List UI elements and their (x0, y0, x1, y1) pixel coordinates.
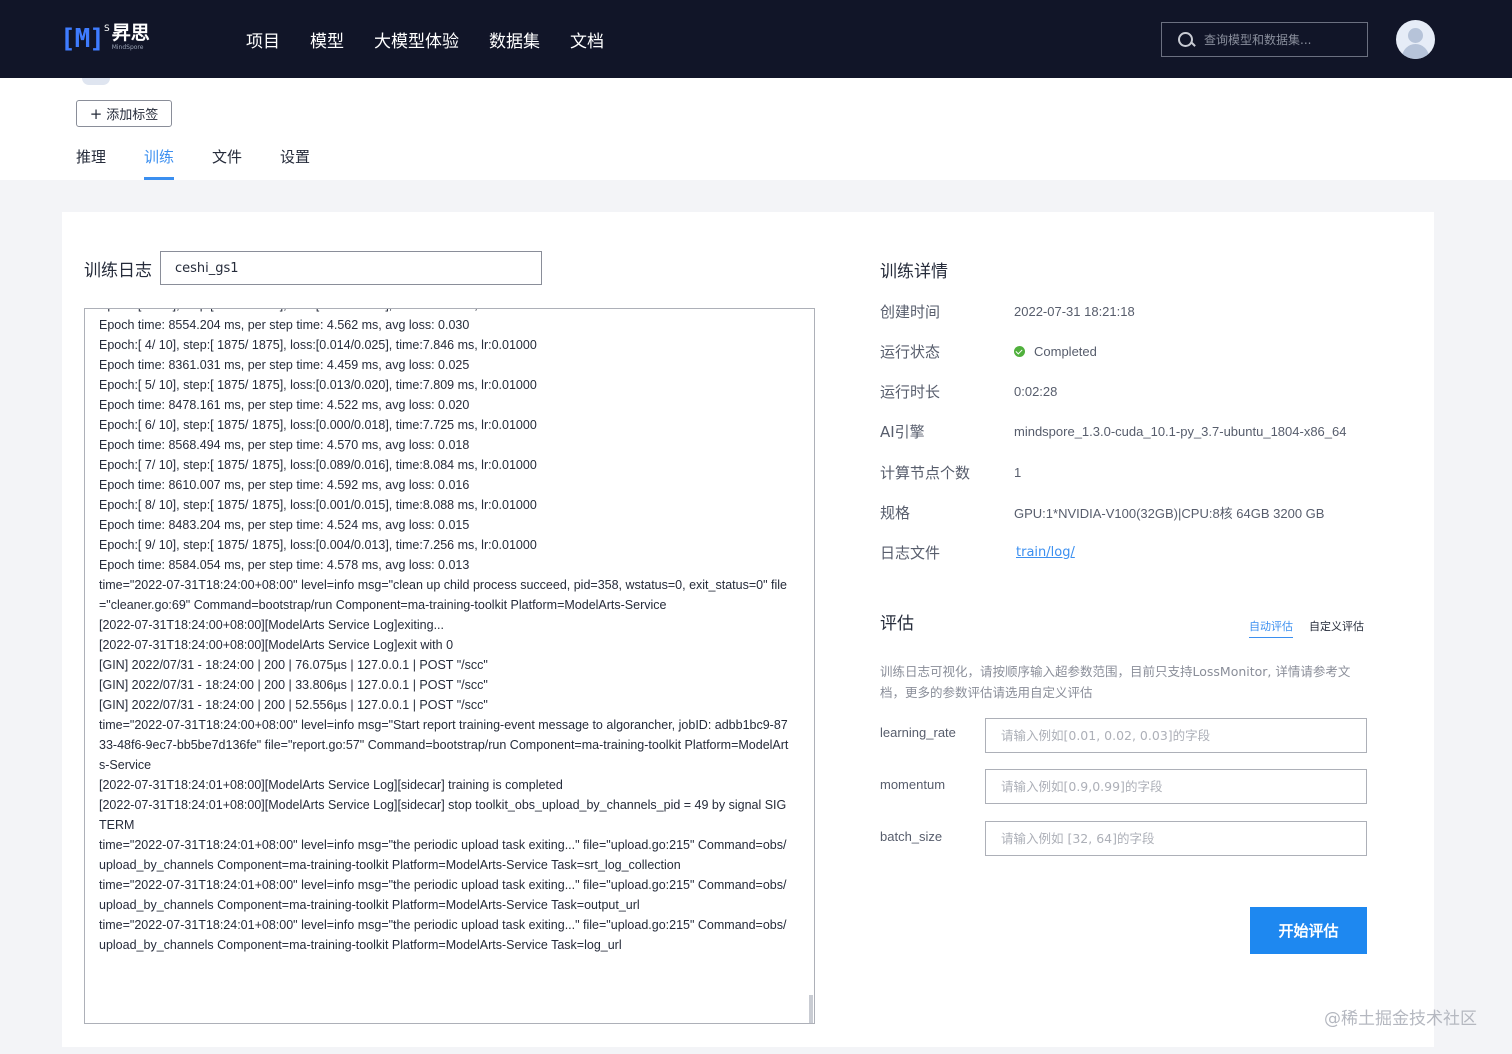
evaluation-description: 训练日志可视化，请按顺序输入超参数范围，目前只支持LossMonitor, 详情… (880, 664, 1351, 700)
logo-superscript: S (103, 24, 110, 34)
mindspore-logo[interactable]: [M] S 昇思 MindSpore (60, 22, 150, 56)
nav-item-projects[interactable]: 项目 (246, 27, 280, 52)
tab-auto-evaluation[interactable]: 自动评估 (1249, 618, 1293, 638)
log-line: [2022-07-31T18:24:00+08:00][ModelArts Se… (99, 638, 454, 652)
logo-text: 昇思 MindSpore (112, 22, 150, 52)
logo-mark: [M] (60, 24, 105, 54)
nodes-label: 计算节点个数 (880, 463, 971, 482)
nav-item-models[interactable]: 模型 (310, 27, 344, 52)
batch-size-input[interactable] (985, 821, 1367, 856)
spec-value: GPU:1*NVIDIA-V100(32GB)|CPU:8核 64GB 3200… (1014, 505, 1325, 521)
log-line: [2022-07-31T18:24:01+08:00][ModelArts Se… (99, 798, 787, 832)
nav-item-docs[interactable]: 文档 (570, 27, 604, 52)
detail-row-status: 运行状态 Completed (880, 341, 1097, 361)
detail-row-created: 创建时间 2022-07-31 18:21:18 (880, 301, 1135, 321)
momentum-input[interactable] (985, 769, 1367, 804)
learning-rate-label: learning_rate (880, 725, 956, 740)
log-line: [GIN] 2022/07/31 - 18:24:00 | 200 | 33.8… (99, 678, 488, 692)
engine-value: mindspore_1.3.0-cuda_10.1-py_3.7-ubuntu_… (1014, 423, 1347, 439)
momentum-label: momentum (880, 777, 946, 792)
log-line: time="2022-07-31T18:24:01+08:00" level=i… (99, 878, 787, 912)
log-line: [GIN] 2022/07/31 - 18:24:00 | 200 | 52.5… (99, 698, 488, 712)
created-value: 2022-07-31 18:21:18 (1014, 303, 1135, 319)
status-badge: Completed (1014, 344, 1097, 359)
add-tag-button[interactable]: + 添加标签 (76, 100, 172, 127)
tab-custom-evaluation[interactable]: 自定义评估 (1309, 618, 1364, 638)
log-line: Epoch:[ 4/ 10], step:[ 1875/ 1875], loss… (99, 338, 537, 352)
training-log-title: 训练日志 (84, 261, 152, 281)
log-line: time="2022-07-31T18:24:00+08:00" level=i… (99, 718, 789, 772)
log-line: Epoch time: 8568.494 ms, per step time: … (99, 438, 470, 452)
duration-label: 运行时长 (880, 382, 941, 401)
log-line: Epoch:[ 5/ 10], step:[ 1875/ 1875], loss… (99, 378, 537, 392)
training-details-title: 训练详情 (880, 262, 948, 282)
log-scrollbar[interactable] (809, 995, 813, 1023)
user-avatar[interactable] (1396, 20, 1435, 59)
created-label: 创建时间 (880, 302, 941, 321)
nav-item-datasets[interactable]: 数据集 (489, 27, 540, 52)
log-line: [GIN] 2022/07/31 - 18:24:00 | 200 | 76.0… (99, 658, 488, 672)
tab-settings[interactable]: 设置 (280, 146, 310, 180)
start-evaluation-button[interactable]: 开始评估 (1250, 907, 1367, 954)
tab-files[interactable]: 文件 (212, 146, 242, 180)
log-line: time="2022-07-31T18:24:01+08:00" level=i… (99, 838, 787, 872)
spec-label: 规格 (880, 503, 911, 522)
duration-value: 0:02:28 (1014, 383, 1058, 399)
log-line: Epoch:[ 9/ 10], step:[ 1875/ 1875], loss… (99, 538, 537, 552)
log-line: Epoch time: 8483.204 ms, per step time: … (99, 518, 470, 532)
log-line: [2022-07-31T18:24:00+08:00][ModelArts Se… (99, 618, 445, 632)
add-tag-label: 添加标签 (106, 108, 159, 123)
logfile-label: 日志文件 (880, 543, 941, 562)
log-line: Epoch:[ 7/ 10], step:[ 1875/ 1875], loss… (99, 458, 537, 472)
log-line: Epoch:[ 6/ 10], step:[ 1875/ 1875], loss… (99, 418, 537, 432)
avatar-body-shape (1402, 44, 1429, 59)
plus-icon: + (89, 104, 103, 123)
status-label: 运行状态 (880, 342, 941, 361)
log-line: Epoch time: 8554.204 ms, per step time: … (99, 318, 470, 332)
logo-name-en: MindSpore (111, 44, 144, 51)
log-line: Epoch time: 8361.031 ms, per step time: … (99, 358, 470, 372)
batch-size-label: batch_size (880, 829, 943, 844)
tab-inference[interactable]: 推理 (76, 146, 106, 180)
log-line: time="2022-07-31T18:24:00+08:00" level=i… (99, 578, 787, 612)
job-select[interactable]: ceshi_gs1 (160, 251, 542, 285)
log-line: time="2022-07-31T18:24:01+08:00" level=i… (99, 918, 787, 952)
nav-item-llm-experience[interactable]: 大模型体验 (374, 27, 459, 52)
training-log-viewer[interactable]: Epoch:[ 3/ 10], step:[ 1875/ 1875], loss… (84, 308, 815, 1024)
learning-rate-input[interactable] (985, 718, 1367, 753)
evaluation-title: 评估 (880, 614, 914, 634)
model-avatar (82, 78, 110, 85)
log-line: Epoch:[ 8/ 10], step:[ 1875/ 1875], loss… (99, 498, 537, 512)
tab-training[interactable]: 训练 (144, 146, 175, 180)
detail-row-engine: AI引擎 mindspore_1.3.0-cuda_10.1-py_3.7-ub… (880, 421, 1346, 441)
engine-label: AI引擎 (880, 422, 925, 441)
detail-row-nodes: 计算节点个数 1 (880, 462, 1021, 482)
watermark: @稀土掘金技术社区 (1324, 1009, 1477, 1029)
evaluation-tabs: 自动评估 自定义评估 (1249, 618, 1380, 638)
log-line: Epoch time: 8584.054 ms, per step time: … (99, 558, 470, 572)
log-line: [2022-07-31T18:24:01+08:00][ModelArts Se… (99, 778, 563, 792)
search-icon[interactable] (1178, 31, 1194, 48)
log-line: Epoch time: 8610.007 ms, per step time: … (99, 478, 470, 492)
nodes-value: 1 (1014, 464, 1022, 480)
page-header: + 添加标签 推理 训练 文件 设置 (0, 78, 1512, 180)
logo-name-cn: 昇思 (111, 22, 150, 44)
main-nav: 项目 模型 大模型体验 数据集 文档 (246, 0, 634, 78)
top-nav-bar: [M] S 昇思 MindSpore 项目 模型 大模型体验 数据集 文档 (0, 0, 1512, 78)
detail-row-spec: 规格 GPU:1*NVIDIA-V100(32GB)|CPU:8核 64GB 3… (880, 502, 1324, 522)
check-circle-icon (1014, 345, 1025, 357)
logfile-link[interactable]: train/log/ (1016, 545, 1075, 560)
search-input[interactable] (1204, 32, 1354, 47)
log-line: Epoch time: 8478.161 ms, per step time: … (99, 398, 470, 412)
page-tabs: 推理 训练 文件 设置 (76, 146, 348, 180)
detail-row-duration: 运行时长 0:02:28 (880, 381, 1057, 401)
detail-row-logfile: 日志文件 train/log/ (880, 542, 1075, 562)
avatar-head-shape (1408, 28, 1423, 43)
log-line: Epoch:[ 3/ 10], step:[ 1875/ 1875], loss… (99, 309, 789, 315)
global-search-box (1161, 22, 1368, 57)
status-value: Completed (1034, 343, 1097, 359)
log-content: Epoch:[ 3/ 10], step:[ 1875/ 1875], loss… (99, 309, 789, 955)
